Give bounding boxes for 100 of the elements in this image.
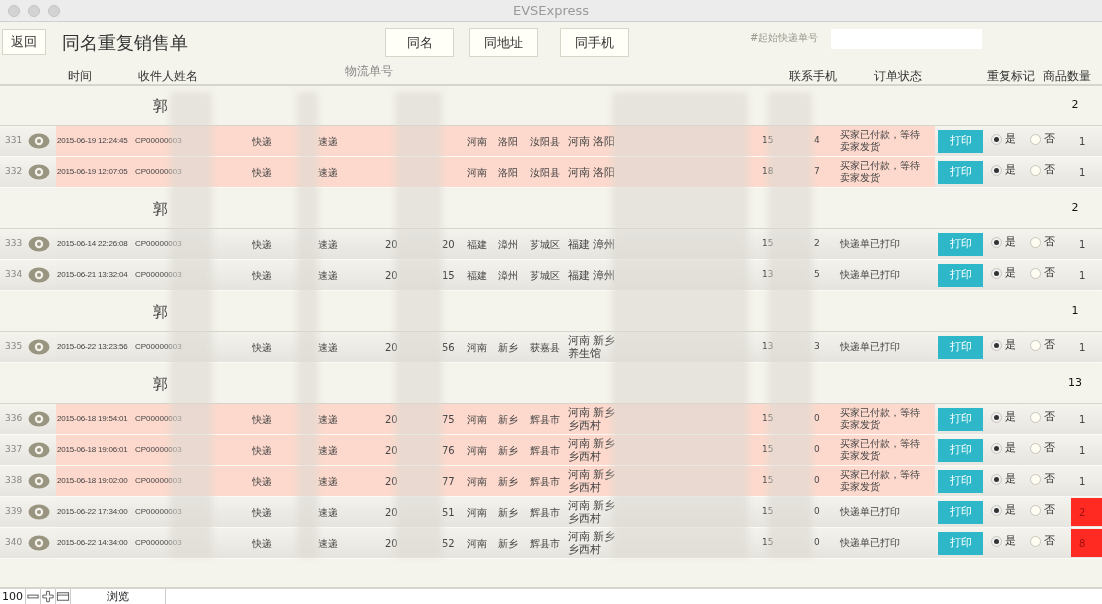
row-number: 338 [5, 474, 22, 488]
order-code: CP00000003 [135, 166, 182, 178]
shipping-type: 快递 [252, 505, 272, 520]
column-header: 联系手机 [789, 68, 837, 85]
back-button[interactable]: 返回 [2, 29, 46, 55]
date-time: 2015-06-22 17:34:00 [57, 506, 128, 518]
radio-option[interactable]: 否 [1030, 440, 1062, 457]
eye-icon[interactable] [28, 164, 50, 180]
tracking-number: 20 [385, 412, 399, 427]
zoom-in-icon[interactable] [41, 589, 56, 604]
province: 河南 [467, 505, 487, 520]
radio-button[interactable] [991, 535, 1002, 547]
city: 洛阳 [498, 134, 518, 149]
eye-icon[interactable] [28, 535, 50, 551]
window-control[interactable] [28, 5, 40, 17]
quantity: 1 [1078, 268, 1087, 283]
eye-icon[interactable] [28, 442, 50, 458]
radio-option[interactable]: 是 [991, 471, 1023, 488]
order-code: CP00000003 [135, 135, 182, 147]
address: 河南 新乡 乡西村 [568, 437, 616, 463]
tracking-number: 20 [385, 443, 399, 458]
filter-button[interactable]: 同手机 [560, 28, 629, 57]
city: 新乡 [498, 412, 518, 427]
window-icon[interactable] [56, 589, 71, 604]
field-label: #起始快递单号 [750, 31, 819, 45]
quantity: 1 [1078, 237, 1087, 252]
radio-option[interactable]: 是 [991, 533, 1023, 550]
radio-option[interactable]: 否 [1030, 337, 1062, 354]
column-header: 重复标记 [987, 68, 1035, 85]
radio-option[interactable]: 是 [991, 409, 1023, 426]
eye-icon[interactable] [28, 504, 50, 520]
radio-option[interactable]: 否 [1030, 162, 1062, 179]
radio-button[interactable] [1030, 164, 1041, 176]
radio-option[interactable]: 否 [1030, 131, 1062, 148]
row-number: 331 [5, 134, 22, 148]
radio-option[interactable]: 否 [1030, 409, 1062, 426]
order-status: 快递单已打印 [840, 238, 901, 250]
radio-button[interactable] [1030, 339, 1041, 351]
radio-button[interactable] [1030, 504, 1041, 516]
tracking-number: 20 [385, 505, 399, 520]
radio-option[interactable]: 是 [991, 162, 1023, 179]
city: 新乡 [498, 340, 518, 355]
county: 汝阳县 [530, 165, 560, 180]
radio-button[interactable] [1030, 133, 1041, 145]
radio-option[interactable]: 否 [1030, 265, 1062, 282]
radio-button[interactable] [991, 504, 1002, 516]
eye-icon[interactable] [28, 473, 50, 489]
radio-button[interactable] [1030, 236, 1041, 248]
order-status: 买家已付款，等待卖家发货 [840, 469, 921, 493]
radio-button[interactable] [991, 411, 1002, 423]
date-time: 2015-06-18 19:02:00 [57, 475, 128, 487]
radio-button[interactable] [1030, 535, 1041, 547]
eye-icon[interactable] [28, 133, 50, 149]
filter-button[interactable]: 同名 [385, 28, 454, 57]
province: 福建 [467, 237, 487, 252]
radio-option[interactable]: 是 [991, 234, 1023, 251]
window-control[interactable] [48, 5, 60, 17]
shipping-type: 快递 [252, 165, 272, 180]
window-control[interactable] [8, 5, 20, 17]
radio-button[interactable] [991, 442, 1002, 454]
phone-number: 0 [814, 505, 820, 519]
filter-button[interactable]: 同地址 [469, 28, 538, 57]
phone-number: 15 [762, 505, 775, 519]
order-status: 快递单已打印 [840, 537, 901, 549]
radio-option[interactable]: 是 [991, 265, 1023, 282]
province: 河南 [467, 134, 487, 149]
courier-name: 速递 [318, 268, 338, 283]
radio-option[interactable]: 否 [1030, 533, 1062, 550]
date-time: 2015-06-19 12:07:05 [57, 166, 128, 178]
province: 福建 [467, 268, 487, 283]
radio-button[interactable] [1030, 267, 1041, 279]
eye-icon[interactable] [28, 267, 50, 283]
radio-button[interactable] [991, 267, 1002, 279]
radio-option[interactable]: 是 [991, 337, 1023, 354]
address: 河南 新乡 乡西村 [568, 499, 616, 525]
city: 洛阳 [498, 165, 518, 180]
radio-option[interactable]: 是 [991, 502, 1023, 519]
radio-button[interactable] [1030, 411, 1041, 423]
eye-icon[interactable] [28, 236, 50, 252]
radio-option[interactable]: 是 [991, 440, 1023, 457]
radio-option[interactable]: 是 [991, 131, 1023, 148]
radio-button[interactable] [1030, 473, 1041, 485]
eye-icon[interactable] [28, 411, 50, 427]
radio-button[interactable] [991, 339, 1002, 351]
radio-option[interactable]: 否 [1030, 502, 1062, 519]
radio-button[interactable] [1030, 442, 1041, 454]
radio-button[interactable] [991, 236, 1002, 248]
radio-button[interactable] [991, 473, 1002, 485]
radio-option[interactable]: 否 [1030, 471, 1062, 488]
phone-number: 0 [814, 536, 820, 550]
order-code: CP00000003 [135, 413, 182, 425]
zoom-out-icon[interactable] [26, 589, 41, 604]
eye-icon[interactable] [28, 339, 50, 355]
radio-button[interactable] [991, 164, 1002, 176]
radio-option[interactable]: 否 [1030, 234, 1062, 251]
phone-number: 13 [762, 268, 775, 282]
county: 芗城区 [530, 237, 560, 252]
quantity: 1 [1078, 443, 1087, 458]
order-status: 快递单已打印 [840, 506, 901, 518]
radio-button[interactable] [991, 133, 1002, 145]
